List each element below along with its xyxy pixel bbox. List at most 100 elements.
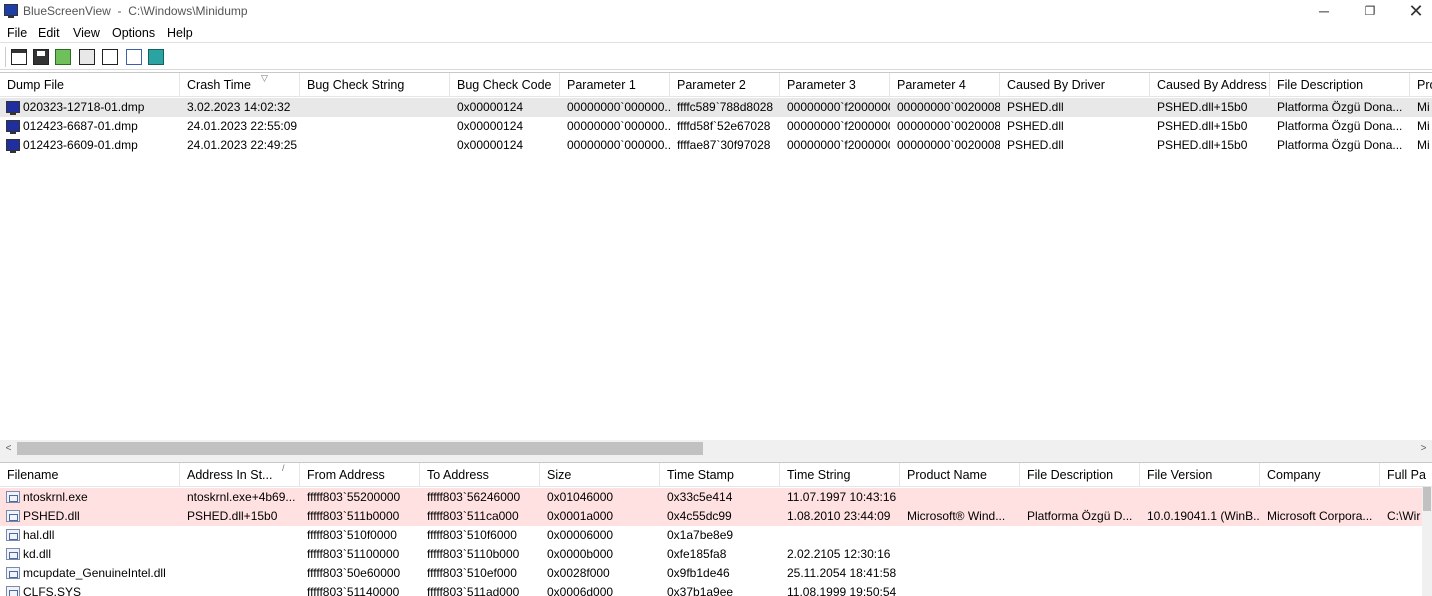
cell-filename: ntoskrnl.exe bbox=[23, 490, 88, 504]
refresh-icon[interactable] bbox=[53, 47, 73, 67]
copy-icon[interactable] bbox=[77, 47, 97, 67]
col-bug-check-code[interactable]: Bug Check Code bbox=[450, 73, 560, 97]
cell-size: 0x0006d000 bbox=[547, 585, 614, 596]
col-time-stamp[interactable]: Time Stamp bbox=[660, 463, 780, 487]
cell-filename: mcupdate_GenuineIntel.dll bbox=[23, 566, 166, 580]
close-button[interactable]: ✕ bbox=[1393, 0, 1432, 23]
menu-edit[interactable]: Edit bbox=[38, 26, 60, 40]
properties-icon[interactable] bbox=[100, 47, 120, 67]
col-file-description[interactable]: File Description bbox=[1270, 73, 1410, 97]
cell-dump-file: 012423-6609-01.dmp bbox=[23, 138, 138, 152]
cell-filename: PSHED.dll bbox=[23, 509, 80, 523]
col-company[interactable]: Company bbox=[1260, 463, 1380, 487]
module-list[interactable]: Filename Address In St... / From Address… bbox=[0, 462, 1432, 596]
col-from-address[interactable]: From Address bbox=[300, 463, 420, 487]
col-caused-by-address[interactable]: Caused By Address bbox=[1150, 73, 1270, 97]
module-row[interactable]: ntoskrnl.exe ntoskrnl.exe+4b69... fffff8… bbox=[0, 488, 1432, 507]
cell-product: Mi bbox=[1417, 100, 1430, 114]
menu-file[interactable]: File bbox=[7, 26, 27, 40]
minimize-button[interactable]: ─ bbox=[1301, 0, 1347, 23]
cell-time-string: 25.11.2054 18:41:58 bbox=[787, 566, 897, 580]
cell-file-description: Platforma Özgü D... bbox=[1027, 509, 1133, 523]
cell-product-name bbox=[900, 488, 1020, 507]
col-product-name[interactable]: Product Name bbox=[900, 463, 1020, 487]
cell-full-path: C:\Wir bbox=[1387, 509, 1421, 523]
cell-bug-check-string bbox=[300, 98, 450, 117]
col-file-version[interactable]: File Version bbox=[1140, 463, 1260, 487]
col-time-string[interactable]: Time String bbox=[780, 463, 900, 487]
cell-full-path bbox=[1380, 488, 1422, 507]
cell-size: 0x00006000 bbox=[547, 528, 614, 542]
module-row[interactable]: hal.dll fffff803`510f0000 fffff803`510f6… bbox=[0, 526, 1432, 545]
col-filename[interactable]: Filename bbox=[0, 463, 180, 487]
cell-time-stamp: 0x1a7be8e9 bbox=[667, 528, 734, 542]
dump-row[interactable]: 012423-6687-01.dmp 24.01.2023 22:55:09 0… bbox=[0, 117, 1432, 136]
save-icon[interactable] bbox=[31, 47, 51, 67]
cell-company bbox=[1260, 488, 1380, 507]
cell-bug-check-string bbox=[300, 136, 450, 155]
col-size[interactable]: Size bbox=[540, 463, 660, 487]
cell-parameter-3: 00000000`f2000000 bbox=[787, 100, 890, 114]
col-caused-by-driver[interactable]: Caused By Driver bbox=[1000, 73, 1150, 97]
title-bar: BlueScreenView - C:\Windows\Minidump ─ ❐… bbox=[0, 0, 1432, 23]
cell-bug-check-code: 0x00000124 bbox=[457, 100, 524, 114]
cell-from-address: fffff803`51100000 bbox=[307, 547, 400, 561]
col-parameter-1[interactable]: Parameter 1 bbox=[560, 73, 670, 97]
cell-to-address: fffff803`56246000 bbox=[427, 490, 521, 504]
cell-file-version: 10.0.19041.1 (WinB... bbox=[1147, 509, 1260, 523]
cell-parameter-1: 00000000`000000... bbox=[567, 138, 670, 152]
dump-list[interactable]: Dump File Crash Time ▽ Bug Check String … bbox=[0, 72, 1432, 456]
module-list-header: Filename Address In St... / From Address… bbox=[0, 463, 1432, 487]
cell-to-address: fffff803`510f6000 bbox=[427, 528, 517, 542]
col-to-address[interactable]: To Address bbox=[420, 463, 540, 487]
cell-file-version bbox=[1140, 488, 1260, 507]
cell-parameter-4: 00000000`0020008f bbox=[897, 119, 1000, 133]
cell-address-in-stack: PSHED.dll+15b0 bbox=[187, 509, 278, 523]
col-module-file-description[interactable]: File Description bbox=[1020, 463, 1140, 487]
cell-parameter-3: 00000000`f2000000 bbox=[787, 119, 890, 133]
col-parameter-2[interactable]: Parameter 2 bbox=[670, 73, 780, 97]
col-product[interactable]: Pro bbox=[1410, 73, 1432, 97]
maximize-button[interactable]: ❐ bbox=[1347, 0, 1393, 23]
cell-parameter-2: ffffd58f`52e67028 bbox=[677, 119, 771, 133]
cell-crash-time: 24.01.2023 22:49:25 bbox=[187, 138, 298, 152]
html-report-icon[interactable] bbox=[9, 47, 29, 67]
exit-icon[interactable] bbox=[146, 47, 166, 67]
scroll-left-icon[interactable]: < bbox=[0, 440, 17, 457]
cell-to-address: fffff803`511ca000 bbox=[427, 509, 519, 523]
cell-caused-by-driver: PSHED.dll bbox=[1007, 119, 1064, 133]
scrollbar-thumb[interactable] bbox=[17, 442, 703, 455]
cell-time-string: 11.07.1997 10:43:16 bbox=[787, 490, 897, 504]
col-parameter-3[interactable]: Parameter 3 bbox=[780, 73, 890, 97]
horizontal-scrollbar[interactable]: < > bbox=[0, 440, 1432, 457]
module-row[interactable]: CLFS.SYS fffff803`51140000 fffff803`511a… bbox=[0, 583, 1432, 596]
cell-from-address: fffff803`51140000 bbox=[307, 585, 400, 596]
cell-parameter-4: 00000000`0020008f bbox=[897, 100, 1000, 114]
cell-to-address: fffff803`510ef000 bbox=[427, 566, 517, 580]
menu-help[interactable]: Help bbox=[167, 26, 193, 40]
cell-size: 0x01046000 bbox=[547, 490, 614, 504]
app-icon bbox=[4, 4, 18, 18]
module-row[interactable]: mcupdate_GenuineIntel.dll fffff803`50e60… bbox=[0, 564, 1432, 583]
menu-options[interactable]: Options bbox=[112, 26, 155, 40]
module-row[interactable]: kd.dll fffff803`51100000 fffff803`5110b0… bbox=[0, 545, 1432, 564]
scroll-right-icon[interactable]: > bbox=[1415, 440, 1432, 457]
cell-caused-by-address: PSHED.dll+15b0 bbox=[1157, 119, 1248, 133]
cell-size: 0x0001a000 bbox=[547, 509, 614, 523]
window-title: BlueScreenView - C:\Windows\Minidump bbox=[23, 4, 248, 18]
cell-time-string: 1.08.2010 23:44:09 bbox=[787, 509, 891, 523]
dump-row[interactable]: 020323-12718-01.dmp 3.02.2023 14:02:32 0… bbox=[0, 98, 1432, 117]
module-row[interactable]: PSHED.dll PSHED.dll+15b0 fffff803`511b00… bbox=[0, 507, 1432, 526]
find-icon[interactable] bbox=[124, 47, 144, 67]
col-dump-file[interactable]: Dump File bbox=[0, 73, 180, 97]
cell-time-stamp: 0x9fb1de46 bbox=[667, 566, 730, 580]
vertical-scrollbar-thumb[interactable] bbox=[1423, 487, 1431, 511]
menu-view[interactable]: View bbox=[73, 26, 100, 40]
cell-parameter-2: ffffae87`30f97028 bbox=[677, 138, 771, 152]
col-parameter-4[interactable]: Parameter 4 bbox=[890, 73, 1000, 97]
vertical-scrollbar[interactable] bbox=[1422, 487, 1432, 596]
dump-row[interactable]: 012423-6609-01.dmp 24.01.2023 22:49:25 0… bbox=[0, 136, 1432, 155]
col-bug-check-string[interactable]: Bug Check String bbox=[300, 73, 450, 97]
col-crash-time[interactable]: Crash Time bbox=[180, 73, 300, 97]
col-full-path[interactable]: Full Pa bbox=[1380, 463, 1430, 487]
